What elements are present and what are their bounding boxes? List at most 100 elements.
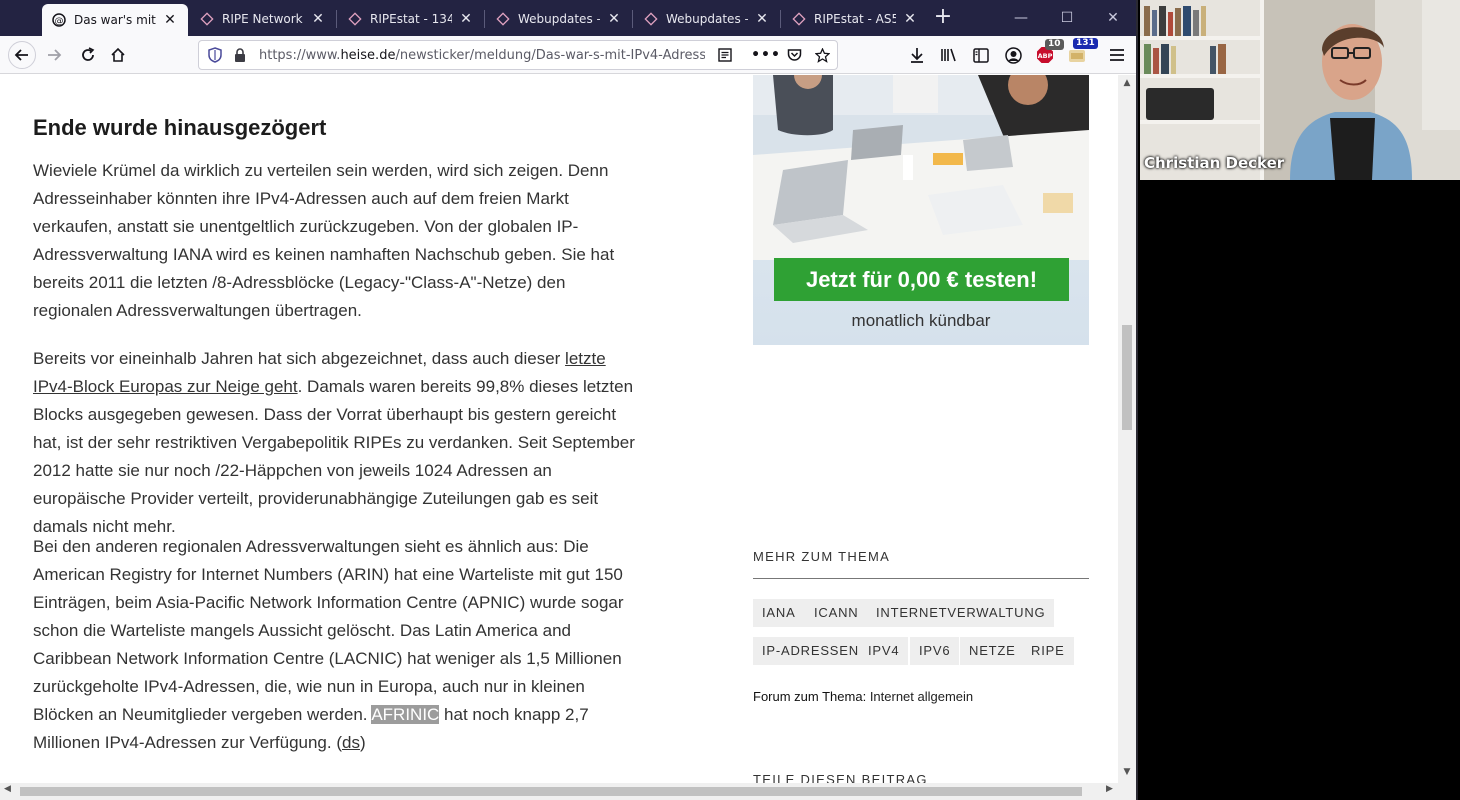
tag-ipv4[interactable]: IPV4 <box>859 637 909 665</box>
extension-icon[interactable]: 131 <box>1065 38 1098 66</box>
url-text[interactable]: https://www.heise.de/newsticker/meldung/… <box>259 48 705 63</box>
browser-window: @ Das war's mit IPv4 ✕ RIPE Network Coor… <box>0 0 1138 800</box>
paragraph-2-text: Bereits vor eineinhalb Jahren hat sich a… <box>33 349 566 368</box>
mehr-zum-thema-heading: MEHR ZUM THEMA <box>753 549 891 564</box>
divider <box>753 578 1089 579</box>
menu-hamburger-icon[interactable] <box>1105 44 1129 66</box>
library-icon[interactable] <box>937 44 961 66</box>
account-icon[interactable] <box>1001 44 1025 66</box>
address-bar[interactable]: https://www.heise.de/newsticker/meldung/… <box>198 40 838 70</box>
advertisement[interactable]: Jetzt für 0,00 € testen! monatlich kündb… <box>753 75 1089 345</box>
cut-off-text-fragment <box>33 75 233 77</box>
home-button[interactable] <box>104 41 132 69</box>
webcam-scene <box>1140 0 1460 180</box>
tab-ripestat-as[interactable]: RIPEstat - AS553 ✕ <box>782 4 928 34</box>
home-icon <box>111 47 125 62</box>
shield-icon[interactable] <box>207 47 223 63</box>
scroll-right-arrow-icon[interactable]: ▶ <box>1106 784 1113 794</box>
page-viewport: Ende wurde hinausgezögert Wieviele Krüme… <box>0 75 1118 783</box>
forward-arrow-icon <box>48 49 62 61</box>
vertical-scrollbar[interactable]: ▲ ▼ <box>1118 75 1136 783</box>
maximize-button[interactable]: ☐ <box>1044 4 1090 32</box>
tag-icann[interactable]: ICANN <box>805 599 868 627</box>
url-scheme: https://www. <box>259 48 341 63</box>
close-tab-icon[interactable]: ✕ <box>458 11 474 27</box>
share-heading: TEILE DIESEN BEITRAG <box>753 772 928 783</box>
selected-text-afrinic[interactable]: AFRINIC <box>371 705 440 724</box>
page-actions-icon[interactable]: ••• <box>751 44 780 66</box>
tag-iana[interactable]: IANA <box>753 599 805 627</box>
tag-internetverwaltung[interactable]: INTERNETVERWALTUNG <box>867 599 1055 627</box>
close-tab-icon[interactable]: ✕ <box>902 11 918 27</box>
tab-title: RIPE Network Coordination <box>222 12 304 26</box>
back-arrow-icon <box>14 49 28 61</box>
tag-ipv6[interactable]: IPV6 <box>910 637 960 665</box>
close-window-button[interactable]: ✕ <box>1090 4 1136 32</box>
svg-text:ABP: ABP <box>1038 52 1053 60</box>
section-heading: Ende wurde hinausgezögert <box>33 115 327 140</box>
reload-button[interactable] <box>74 41 102 69</box>
ad-office-photo <box>753 75 1089 260</box>
forum-label: Forum zum Thema: <box>753 689 867 704</box>
ad-subtext: monatlich kündbar <box>851 311 991 330</box>
minimize-button[interactable]: — <box>998 4 1044 32</box>
tab-ripestat-ip[interactable]: RIPEstat - 134.100 ✕ <box>338 4 484 34</box>
paragraph-3: Bei den anderen regionalen Adressverwalt… <box>33 533 648 757</box>
paragraph-3-close: ) <box>359 733 366 752</box>
close-tab-icon[interactable]: ✕ <box>606 11 622 27</box>
horizontal-scroll-thumb[interactable] <box>20 787 1082 796</box>
vertical-scroll-thumb[interactable] <box>1122 325 1132 430</box>
empty-video-area <box>1140 180 1460 800</box>
participant-name: Christian Decker <box>1144 154 1285 172</box>
paragraph-2-text-end: . Damals waren bereits 99,8% dieses letz… <box>33 377 635 536</box>
close-tab-icon[interactable]: ✕ <box>754 11 770 27</box>
forward-button[interactable] <box>40 41 68 69</box>
forum-link[interactable]: Internet allgemein <box>870 689 973 704</box>
horizontal-scrollbar[interactable]: ◀ ▶ <box>0 783 1136 800</box>
paragraph-2: Bereits vor eineinhalb Jahren hat sich a… <box>33 345 648 541</box>
tab-title: Das war's mit IPv4 <box>74 13 156 27</box>
ripe-icon <box>644 12 658 26</box>
tab-webupdates-1[interactable]: Webupdates — ✕ <box>486 4 632 34</box>
paragraph-1: Wieviele Krümel da wirklich zu verteilen… <box>33 161 615 320</box>
ripe-icon <box>792 12 806 26</box>
scroll-down-arrow-icon[interactable]: ▼ <box>1118 767 1136 777</box>
adblock-plus-icon[interactable]: ABP 10 <box>1033 39 1064 66</box>
author-link[interactable]: ds <box>342 733 360 752</box>
tab-webupdates-2[interactable]: Webupdates — ✕ <box>634 4 780 34</box>
navigation-toolbar: https://www.heise.de/newsticker/meldung/… <box>0 36 1136 74</box>
webcam-video: Christian Decker <box>1140 0 1460 180</box>
tag-ripe[interactable]: RIPE <box>1022 637 1074 665</box>
scroll-left-arrow-icon[interactable]: ◀ <box>4 784 11 794</box>
tab-title: RIPEstat - AS553 <box>814 12 896 26</box>
ripe-icon <box>496 12 510 26</box>
tab-active[interactable]: @ Das war's mit IPv4 ✕ <box>42 4 188 36</box>
url-domain: heise.de <box>340 48 396 63</box>
scroll-up-arrow-icon[interactable]: ▲ <box>1118 78 1136 88</box>
tag-netze[interactable]: NETZE <box>960 637 1025 665</box>
tag-ip-adressen[interactable]: IP-ADRESSEN <box>753 637 868 665</box>
new-tab-button[interactable]: + <box>930 4 956 32</box>
adblock-count-badge: 10 <box>1045 39 1064 50</box>
paragraph-3-text: Bei den anderen regionalen Adressverwalt… <box>33 537 624 724</box>
downloads-icon[interactable] <box>905 44 929 66</box>
tab-ripe-network[interactable]: RIPE Network Coordination ✕ <box>190 4 336 34</box>
bookmark-star-icon[interactable] <box>811 44 833 66</box>
pocket-icon[interactable] <box>783 44 805 66</box>
close-tab-icon[interactable]: ✕ <box>310 11 326 27</box>
ripe-icon <box>200 12 214 26</box>
svg-text:@: @ <box>55 17 64 27</box>
heise-icon: @ <box>52 13 66 27</box>
back-button[interactable] <box>8 41 36 69</box>
lock-icon[interactable] <box>233 47 247 63</box>
sidebar-toggle-icon[interactable] <box>969 44 993 66</box>
close-tab-icon[interactable]: ✕ <box>162 12 178 28</box>
reader-view-icon[interactable] <box>714 44 736 66</box>
ripe-icon <box>348 12 362 26</box>
tab-title: Webupdates — <box>666 12 748 26</box>
forum-line: Forum zum Thema: Internet allgemein <box>753 689 973 704</box>
extension-count-badge: 131 <box>1073 38 1098 49</box>
ad-cta-button[interactable]: Jetzt für 0,00 € testen! <box>774 258 1069 301</box>
tab-bar: @ Das war's mit IPv4 ✕ RIPE Network Coor… <box>0 0 1136 36</box>
tab-title: RIPEstat - 134.100 <box>370 12 452 26</box>
